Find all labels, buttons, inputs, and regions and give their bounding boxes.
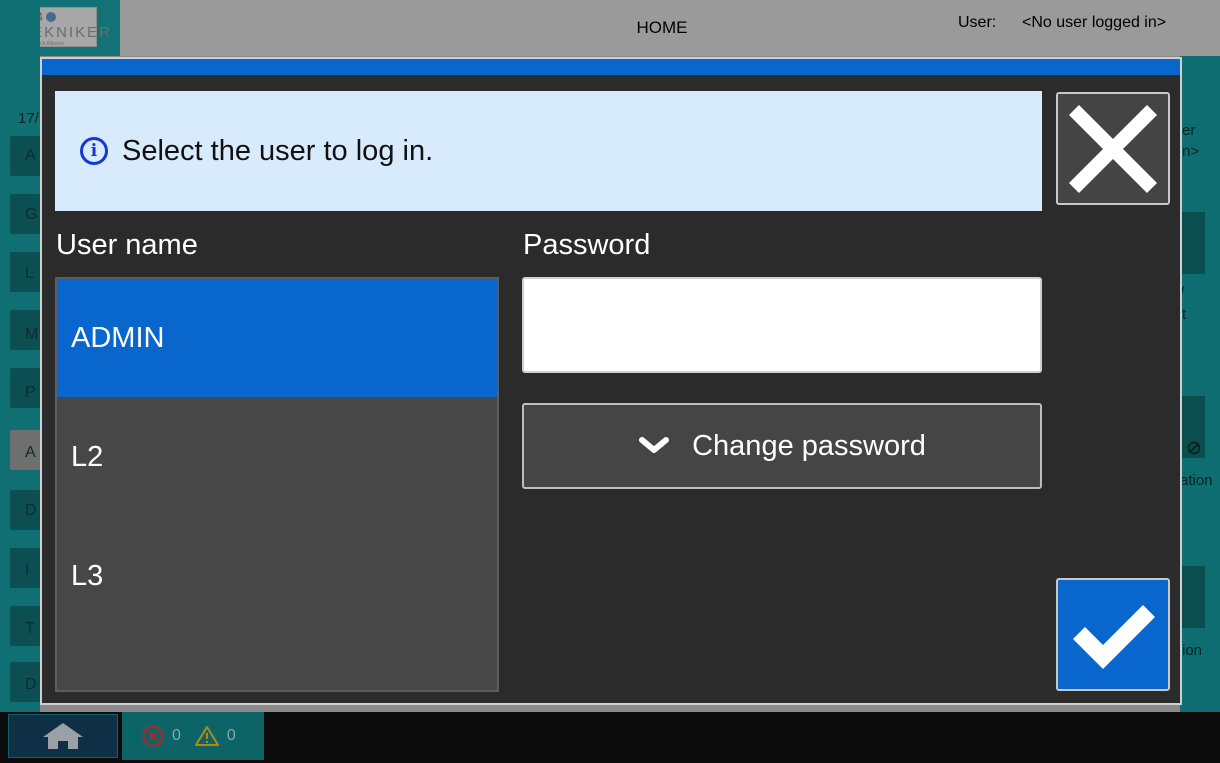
nav-letter: L xyxy=(25,265,34,282)
disabled-icon xyxy=(1187,441,1201,455)
nav-letter: T xyxy=(25,620,35,637)
user-list[interactable]: ADMIN L2 L3 xyxy=(55,277,499,692)
home-icon xyxy=(43,723,83,749)
error-icon xyxy=(142,725,164,747)
chevron-down-icon xyxy=(638,436,670,456)
nav-letter: I xyxy=(25,562,30,579)
right-panel-text: t xyxy=(1182,306,1187,323)
password-input[interactable] xyxy=(522,277,1042,373)
right-panel-text: n> xyxy=(1182,143,1200,160)
info-message: Select the user to log in. xyxy=(122,134,434,167)
nav-letter: P xyxy=(25,384,36,401)
right-panel-button[interactable] xyxy=(1181,212,1205,274)
nav-date-fragment: 17/ xyxy=(18,110,39,127)
right-panel-text: er xyxy=(1182,122,1196,139)
login-dialog: i Select the user to log in. User name P… xyxy=(40,57,1182,705)
change-password-button[interactable]: Change password xyxy=(522,403,1042,489)
current-user: <No user logged in> xyxy=(1022,14,1167,31)
confirm-button[interactable] xyxy=(1056,578,1170,691)
user-item-label: ADMIN xyxy=(71,321,165,354)
user-item-label: L3 xyxy=(71,559,104,592)
nav-letter: D xyxy=(25,502,37,519)
username-label: User name xyxy=(56,229,198,261)
info-icon: i xyxy=(80,137,108,165)
password-label: Password xyxy=(523,229,651,261)
right-panel-text: ation xyxy=(1180,472,1213,489)
user-label: User: xyxy=(958,14,997,31)
nav-letter: M xyxy=(25,326,39,343)
right-panel-button[interactable] xyxy=(1181,566,1205,628)
warning-icon xyxy=(194,726,219,746)
nav-letter: A xyxy=(25,444,36,461)
change-password-label: Change password xyxy=(692,429,926,462)
nav-letter: A xyxy=(25,147,36,164)
close-button[interactable] xyxy=(1056,92,1170,205)
warning-count: 0 xyxy=(226,727,236,744)
alarm-summary[interactable]: 0 0 xyxy=(122,712,264,760)
error-count: 0 xyxy=(172,727,181,744)
info-banner: i Select the user to log in. xyxy=(55,91,1042,211)
user-item-l2[interactable]: L2 xyxy=(57,398,497,516)
checkmark-icon xyxy=(1073,604,1155,669)
home-button[interactable] xyxy=(8,714,118,758)
dialog-header xyxy=(42,59,1180,75)
right-panel-text: ion xyxy=(1182,642,1203,659)
nav-letter: D xyxy=(25,676,37,693)
user-item-label: L2 xyxy=(71,440,104,473)
page-title: HOME xyxy=(636,18,688,37)
close-icon xyxy=(1069,104,1157,193)
user-item-l3[interactable]: L3 xyxy=(57,517,497,635)
nav-letter: G xyxy=(25,206,38,223)
user-item-admin[interactable]: ADMIN xyxy=(57,279,497,397)
